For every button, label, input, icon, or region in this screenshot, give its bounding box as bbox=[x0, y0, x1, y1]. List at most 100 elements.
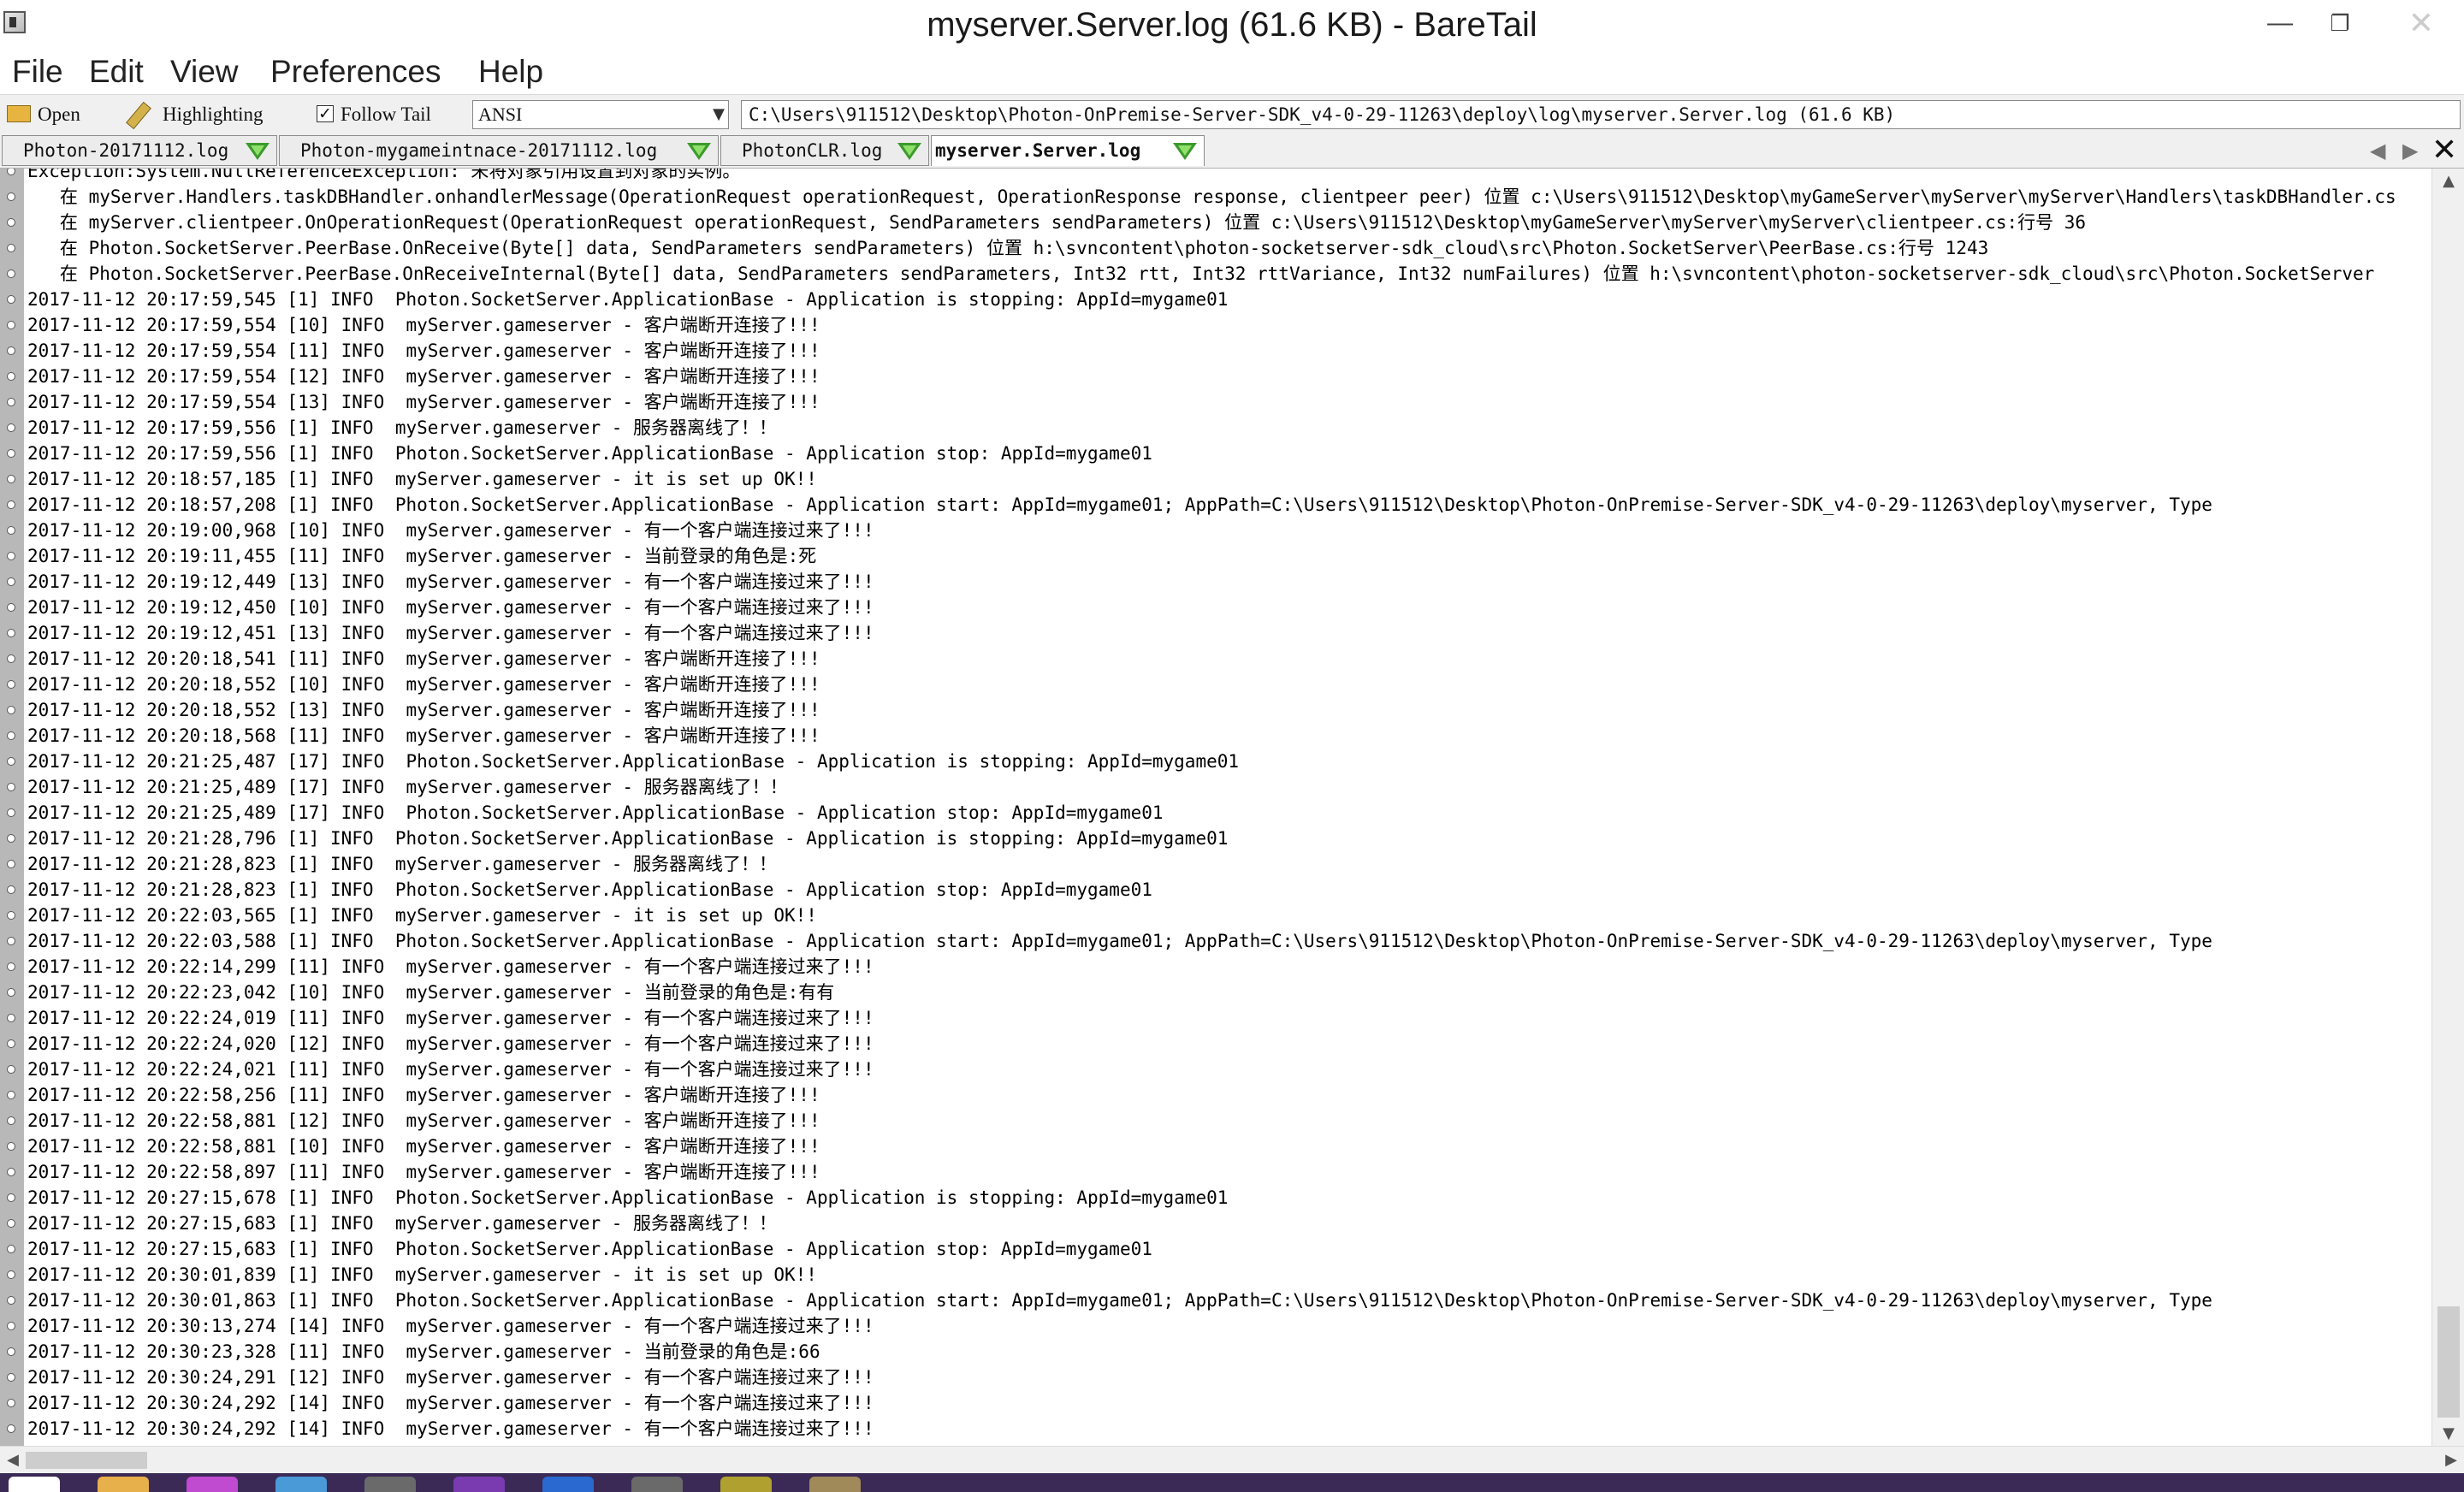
menu-help[interactable]: Help bbox=[478, 50, 543, 94]
minimize-button[interactable]: — bbox=[2250, 0, 2310, 46]
tab-menu-arrow-icon[interactable] bbox=[1173, 143, 1197, 160]
encoding-select[interactable]: ANSI ▼ bbox=[472, 100, 729, 129]
menu-preferences[interactable]: Preferences bbox=[270, 50, 441, 94]
log-line[interactable]: 2017-11-12 20:21:25,489 [17] INFO Photon… bbox=[0, 800, 2431, 826]
log-line[interactable]: 2017-11-12 20:30:24,291 [12] INFO myServ… bbox=[0, 1365, 2431, 1390]
log-line[interactable]: 2017-11-12 20:19:12,449 [13] INFO myServ… bbox=[0, 569, 2431, 595]
log-line[interactable]: 2017-11-12 20:22:24,020 [12] INFO myServ… bbox=[0, 1031, 2431, 1057]
log-line[interactable]: 2017-11-12 20:19:11,455 [11] INFO myServ… bbox=[0, 543, 2431, 569]
log-line[interactable]: 2017-11-12 20:17:59,554 [10] INFO myServ… bbox=[0, 312, 2431, 338]
log-line[interactable]: 2017-11-12 20:22:58,881 [10] INFO myServ… bbox=[0, 1134, 2431, 1159]
highlighter-icon[interactable] bbox=[126, 101, 151, 130]
log-line[interactable]: 2017-11-12 20:21:28,823 [1] INFO myServe… bbox=[0, 851, 2431, 877]
log-line[interactable]: 2017-11-12 20:18:57,208 [1] INFO Photon.… bbox=[0, 492, 2431, 518]
taskbar-app-icon[interactable] bbox=[275, 1477, 327, 1492]
scroll-down-icon[interactable]: ▼ bbox=[2432, 1421, 2464, 1447]
log-line[interactable]: 2017-11-12 20:27:15,683 [1] INFO Photon.… bbox=[0, 1236, 2431, 1262]
log-line[interactable]: 2017-11-12 20:19:12,451 [13] INFO myServ… bbox=[0, 620, 2431, 646]
log-line[interactable]: 2017-11-12 20:17:59,545 [1] INFO Photon.… bbox=[0, 287, 2431, 312]
log-line-text: 2017-11-12 20:20:18,552 [13] INFO myServ… bbox=[27, 700, 820, 720]
log-line[interactable]: 2017-11-12 20:17:59,554 [11] INFO myServ… bbox=[0, 338, 2431, 364]
log-line[interactable]: 在 Photon.SocketServer.PeerBase.OnReceive… bbox=[0, 261, 2431, 287]
log-line[interactable]: 2017-11-12 20:22:14,299 [11] INFO myServ… bbox=[0, 954, 2431, 980]
log-line[interactable]: 2017-11-12 20:30:24,292 [14] INFO myServ… bbox=[0, 1416, 2431, 1442]
close-tab-icon[interactable]: ✕ bbox=[2431, 133, 2457, 168]
log-line[interactable]: 2017-11-12 20:22:58,256 [11] INFO myServ… bbox=[0, 1082, 2431, 1108]
log-line[interactable]: 2017-11-12 20:30:01,839 [1] INFO myServe… bbox=[0, 1262, 2431, 1288]
log-line[interactable]: 2017-11-12 20:20:18,541 [11] INFO myServ… bbox=[0, 646, 2431, 672]
log-line[interactable]: 2017-11-12 20:19:12,450 [10] INFO myServ… bbox=[0, 595, 2431, 620]
highlighting-button[interactable]: Highlighting bbox=[163, 95, 264, 134]
log-view[interactable]: Exception:System.NullReferenceException:… bbox=[0, 168, 2464, 1447]
vertical-scroll-thumb[interactable] bbox=[2437, 1306, 2460, 1418]
log-line[interactable]: 2017-11-12 20:17:59,554 [12] INFO myServ… bbox=[0, 364, 2431, 389]
log-line[interactable]: 2017-11-12 20:30:23,328 [11] INFO myServ… bbox=[0, 1339, 2431, 1365]
taskbar-app-icon[interactable] bbox=[631, 1477, 683, 1492]
tab-menu-arrow-icon[interactable] bbox=[246, 143, 270, 160]
tab-myserver-log[interactable]: myserver.Server.log bbox=[931, 135, 1205, 166]
vertical-scrollbar[interactable]: ▲ ▼ bbox=[2431, 169, 2464, 1447]
log-line[interactable]: 2017-11-12 20:22:03,565 [1] INFO myServe… bbox=[0, 903, 2431, 928]
follow-tail-label[interactable]: Follow Tail bbox=[341, 95, 431, 134]
log-line[interactable]: 2017-11-12 20:22:24,021 [11] INFO myServ… bbox=[0, 1057, 2431, 1082]
taskbar-app-icon[interactable] bbox=[809, 1477, 861, 1492]
log-line[interactable]: 在 myServer.clientpeer.OnOperationRequest… bbox=[0, 210, 2431, 235]
tab-menu-arrow-icon[interactable] bbox=[687, 143, 711, 160]
line-marker-icon bbox=[7, 321, 15, 329]
taskbar-app-icon[interactable] bbox=[542, 1477, 594, 1492]
log-line[interactable]: 2017-11-12 20:19:00,968 [10] INFO myServ… bbox=[0, 518, 2431, 543]
log-line[interactable]: 2017-11-12 20:30:24,292 [14] INFO myServ… bbox=[0, 1390, 2431, 1416]
log-line[interactable]: 2017-11-12 20:20:18,552 [10] INFO myServ… bbox=[0, 672, 2431, 697]
log-line[interactable]: 2017-11-12 20:27:15,678 [1] INFO Photon.… bbox=[0, 1185, 2431, 1211]
menu-file[interactable]: File bbox=[12, 50, 63, 94]
log-line[interactable]: 2017-11-12 20:21:28,823 [1] INFO Photon.… bbox=[0, 877, 2431, 903]
log-line[interactable]: 2017-11-12 20:27:15,683 [1] INFO myServe… bbox=[0, 1211, 2431, 1236]
tab-scroll-right-icon[interactable]: ▶ bbox=[2402, 137, 2418, 164]
tab-photon-mygameintnace-log[interactable]: Photon-mygameintnace-20171112.log bbox=[279, 135, 719, 166]
close-button[interactable]: ✕ bbox=[2378, 0, 2464, 46]
log-line[interactable]: 2017-11-12 20:17:59,556 [1] INFO Photon.… bbox=[0, 441, 2431, 466]
taskbar-app-icon[interactable] bbox=[98, 1477, 149, 1492]
folder-icon[interactable] bbox=[7, 105, 31, 122]
horizontal-scrollbar[interactable]: ◀ ▶ bbox=[0, 1446, 2464, 1473]
menu-edit[interactable]: Edit bbox=[89, 50, 144, 94]
log-line[interactable]: 在 Photon.SocketServer.PeerBase.OnReceive… bbox=[0, 235, 2431, 261]
log-line[interactable]: 2017-11-12 20:17:59,554 [13] INFO myServ… bbox=[0, 389, 2431, 415]
log-line[interactable]: 2017-11-12 20:18:57,185 [1] INFO myServe… bbox=[0, 466, 2431, 492]
taskbar-app-icon[interactable] bbox=[187, 1477, 238, 1492]
taskbar-app-icon[interactable] bbox=[364, 1477, 416, 1492]
taskbar-app-icon[interactable] bbox=[720, 1477, 772, 1492]
tab-menu-arrow-icon[interactable] bbox=[897, 143, 921, 160]
menu-view[interactable]: View bbox=[170, 50, 239, 94]
log-line[interactable]: 在 myServer.Handlers.taskDBHandler.onhand… bbox=[0, 184, 2431, 210]
file-path-field[interactable]: C:\Users\911512\Desktop\Photon-OnPremise… bbox=[741, 100, 2461, 129]
log-line[interactable]: 2017-11-12 20:30:01,863 [1] INFO Photon.… bbox=[0, 1288, 2431, 1313]
log-line-text: 2017-11-12 20:22:24,021 [11] INFO myServ… bbox=[27, 1059, 874, 1080]
log-line[interactable]: 2017-11-12 20:22:03,588 [1] INFO Photon.… bbox=[0, 928, 2431, 954]
open-button[interactable]: Open bbox=[38, 95, 80, 134]
scroll-right-icon[interactable]: ▶ bbox=[2438, 1447, 2464, 1474]
follow-tail-checkbox[interactable]: ✓ bbox=[317, 105, 334, 122]
log-line[interactable]: 2017-11-12 20:20:18,552 [13] INFO myServ… bbox=[0, 697, 2431, 723]
log-line[interactable]: 2017-11-12 20:30:13,274 [14] INFO myServ… bbox=[0, 1313, 2431, 1339]
log-line[interactable]: 2017-11-12 20:22:58,897 [11] INFO myServ… bbox=[0, 1159, 2431, 1185]
log-line[interactable]: 2017-11-12 20:20:18,568 [11] INFO myServ… bbox=[0, 723, 2431, 749]
tab-photonclr-log[interactable]: PhotonCLR.log bbox=[720, 135, 929, 166]
log-line[interactable]: 2017-11-12 20:21:28,796 [1] INFO Photon.… bbox=[0, 826, 2431, 851]
maximize-button[interactable]: ❐ bbox=[2310, 0, 2370, 46]
log-line[interactable]: 2017-11-12 20:22:58,881 [12] INFO myServ… bbox=[0, 1108, 2431, 1134]
taskbar-app-icon[interactable] bbox=[9, 1477, 60, 1492]
log-line[interactable]: 2017-11-12 20:22:23,042 [10] INFO myServ… bbox=[0, 980, 2431, 1005]
log-line[interactable]: 2017-11-12 20:22:24,019 [11] INFO myServ… bbox=[0, 1005, 2431, 1031]
tab-scroll-left-icon[interactable]: ◀ bbox=[2370, 137, 2385, 164]
log-line[interactable]: 2017-11-12 20:17:59,556 [1] INFO myServe… bbox=[0, 415, 2431, 441]
tab-photon-log[interactable]: Photon-20171112.log bbox=[2, 135, 277, 166]
log-line[interactable]: Exception:System.NullReferenceException:… bbox=[0, 169, 2431, 184]
log-line[interactable]: 2017-11-12 20:21:25,487 [17] INFO Photon… bbox=[0, 749, 2431, 774]
taskbar-app-icon[interactable] bbox=[453, 1477, 505, 1492]
scroll-left-icon[interactable]: ◀ bbox=[0, 1447, 26, 1474]
scroll-up-icon[interactable]: ▲ bbox=[2432, 169, 2464, 194]
log-line[interactable]: 2017-11-12 20:21:25,489 [17] INFO myServ… bbox=[0, 774, 2431, 800]
chevron-down-icon[interactable]: ▼ bbox=[713, 104, 725, 125]
horizontal-scroll-thumb[interactable] bbox=[26, 1452, 147, 1469]
